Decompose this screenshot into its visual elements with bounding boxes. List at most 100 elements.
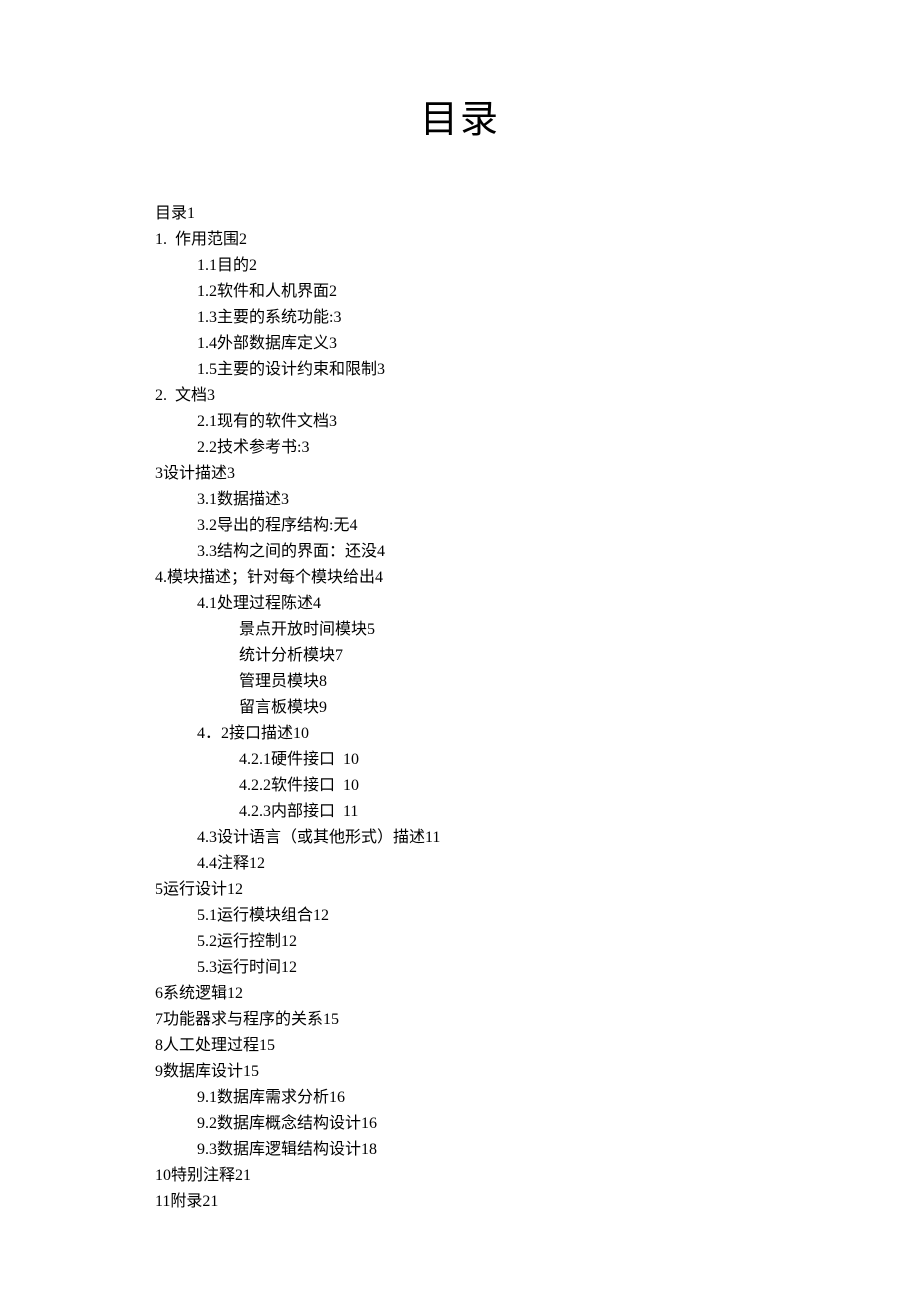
toc-entry: 留言板模块9 [155, 695, 920, 721]
toc-entry-label: 1.3主要的系统功能: [197, 309, 333, 326]
toc-entry-page: 2 [329, 283, 337, 300]
toc-entry: 9.3数据库逻辑结构设计18 [155, 1137, 920, 1163]
toc-entry-page: 3 [301, 439, 309, 456]
toc-entry: 11附录21 [155, 1189, 920, 1215]
toc-entry: 管理员模块8 [155, 669, 920, 695]
toc-entry-label: 1.2软件和人机界面 [197, 283, 329, 300]
toc-entry-label: 6系统逻辑 [155, 985, 227, 1002]
toc-entry-label: 4.2.1硬件接口 [239, 751, 343, 768]
toc-entry-label: 5.1运行模块组合 [197, 907, 313, 924]
toc-entry-label: 4.3设计语言（或其他形式）描述 [197, 829, 425, 846]
toc-entry-label: 2. 文档 [155, 387, 207, 404]
toc-entry-label: 2.1现有的软件文档 [197, 413, 329, 430]
toc-entry-label: 1. 作用范围 [155, 231, 239, 248]
toc-entry-label: 4.4注释 [197, 855, 249, 872]
toc-entry-label: 管理员模块 [239, 673, 319, 690]
toc-entry: 1. 作用范围2 [155, 227, 920, 253]
toc-entry-page: 12 [281, 933, 297, 950]
toc-entry-page: 4 [375, 569, 383, 586]
toc-entry-label: 11附录 [155, 1193, 202, 1210]
toc-entry-label: 4.2.2软件接口 [239, 777, 343, 794]
toc-entry: 2.1现有的软件文档3 [155, 409, 920, 435]
toc-entry-page: 15 [243, 1063, 259, 1080]
toc-entry-label: 目录 [155, 205, 187, 222]
toc-entry-page: 15 [323, 1011, 339, 1028]
toc-entry: 3设计描述3 [155, 461, 920, 487]
toc-entry: 1.3主要的系统功能:3 [155, 305, 920, 331]
toc-entry: 1.5主要的设计约束和限制3 [155, 357, 920, 383]
toc-entry-label: 8人工处理过程 [155, 1037, 259, 1054]
toc-entry: 4.2.1硬件接口 10 [155, 747, 920, 773]
toc-entry-page: 1 [187, 205, 195, 222]
toc-entry-page: 11 [425, 829, 440, 846]
toc-entry-page: 12 [249, 855, 265, 872]
toc-entry: 1.4外部数据库定义3 [155, 331, 920, 357]
toc-entry: 5.2运行控制12 [155, 929, 920, 955]
toc-entry: 3.2导出的程序结构:无4 [155, 513, 920, 539]
toc-entry-page: 3 [377, 361, 385, 378]
toc-entry-page: 2 [239, 231, 247, 248]
toc-entry-label: 3.2导出的程序结构:无 [197, 517, 349, 534]
toc-entry-label: 4.模块描述；针对每个模块给出 [155, 569, 375, 586]
toc-entry-label: 1.5主要的设计约束和限制 [197, 361, 377, 378]
page-title: 目录 [0, 0, 920, 201]
toc-entry-page: 4 [377, 543, 385, 560]
toc-entry-page: 3 [281, 491, 289, 508]
toc-entry: 5.3运行时间12 [155, 955, 920, 981]
toc-entry: 5.1运行模块组合12 [155, 903, 920, 929]
toc-container: 目录11. 作用范围21.1目的21.2软件和人机界面21.3主要的系统功能:3… [155, 201, 920, 1215]
toc-entry-label: 5运行设计 [155, 881, 227, 898]
toc-entry-label: 5.3运行时间 [197, 959, 281, 976]
toc-entry: 10特别注释21 [155, 1163, 920, 1189]
toc-entry-label: 1.4外部数据库定义 [197, 335, 329, 352]
toc-entry-page: 10 [343, 751, 359, 768]
toc-entry-page: 9 [319, 699, 327, 716]
toc-entry-label: 9数据库设计 [155, 1063, 243, 1080]
toc-entry-label: 1.1目的 [197, 257, 249, 274]
toc-entry-page: 8 [319, 673, 327, 690]
toc-entry-page: 3 [329, 413, 337, 430]
toc-entry-label: 景点开放时间模块 [239, 621, 367, 638]
toc-entry-page: 3 [333, 309, 341, 326]
toc-entry-page: 10 [293, 725, 309, 742]
toc-entry-label: 7功能器求与程序的关系 [155, 1011, 323, 1028]
toc-entry-page: 18 [361, 1141, 377, 1158]
toc-entry-label: 5.2运行控制 [197, 933, 281, 950]
toc-entry: 6系统逻辑12 [155, 981, 920, 1007]
toc-entry-page: 21 [235, 1167, 251, 1184]
toc-entry: 4.3设计语言（或其他形式）描述11 [155, 825, 920, 851]
toc-entry: 4.4注释12 [155, 851, 920, 877]
toc-entry-page: 11 [343, 803, 358, 820]
toc-entry-page: 3 [207, 387, 215, 404]
toc-entry: 7功能器求与程序的关系15 [155, 1007, 920, 1033]
toc-entry-page: 5 [367, 621, 375, 638]
toc-entry: 4.1处理过程陈述4 [155, 591, 920, 617]
toc-entry: 3.3结构之间的界面：还没4 [155, 539, 920, 565]
toc-entry-page: 4 [349, 517, 357, 534]
toc-entry-label: 统计分析模块 [239, 647, 335, 664]
toc-entry-page: 12 [313, 907, 329, 924]
toc-entry-page: 2 [249, 257, 257, 274]
toc-entry-page: 12 [281, 959, 297, 976]
toc-entry-page: 10 [343, 777, 359, 794]
toc-entry: 4.2.2软件接口 10 [155, 773, 920, 799]
toc-entry: 8人工处理过程15 [155, 1033, 920, 1059]
toc-entry-label: 9.2数据库概念结构设计 [197, 1115, 361, 1132]
toc-entry-page: 12 [227, 881, 243, 898]
toc-entry: 2.2技术参考书:3 [155, 435, 920, 461]
toc-entry-page: 3 [227, 465, 235, 482]
toc-entry: 3.1数据描述3 [155, 487, 920, 513]
toc-entry-label: 4．2接口描述 [197, 725, 293, 742]
toc-entry-label: 4.1处理过程陈述 [197, 595, 313, 612]
toc-entry-page: 12 [227, 985, 243, 1002]
toc-entry-label: 9.1数据库需求分析 [197, 1089, 329, 1106]
toc-entry-page: 16 [329, 1089, 345, 1106]
toc-entry: 统计分析模块7 [155, 643, 920, 669]
toc-entry-page: 21 [202, 1193, 218, 1210]
toc-entry: 9数据库设计15 [155, 1059, 920, 1085]
toc-entry-label: 3.3结构之间的界面：还没 [197, 543, 377, 560]
toc-entry: 2. 文档3 [155, 383, 920, 409]
toc-entry: 5运行设计12 [155, 877, 920, 903]
toc-entry-label: 4.2.3内部接口 [239, 803, 343, 820]
toc-entry: 目录1 [155, 201, 920, 227]
